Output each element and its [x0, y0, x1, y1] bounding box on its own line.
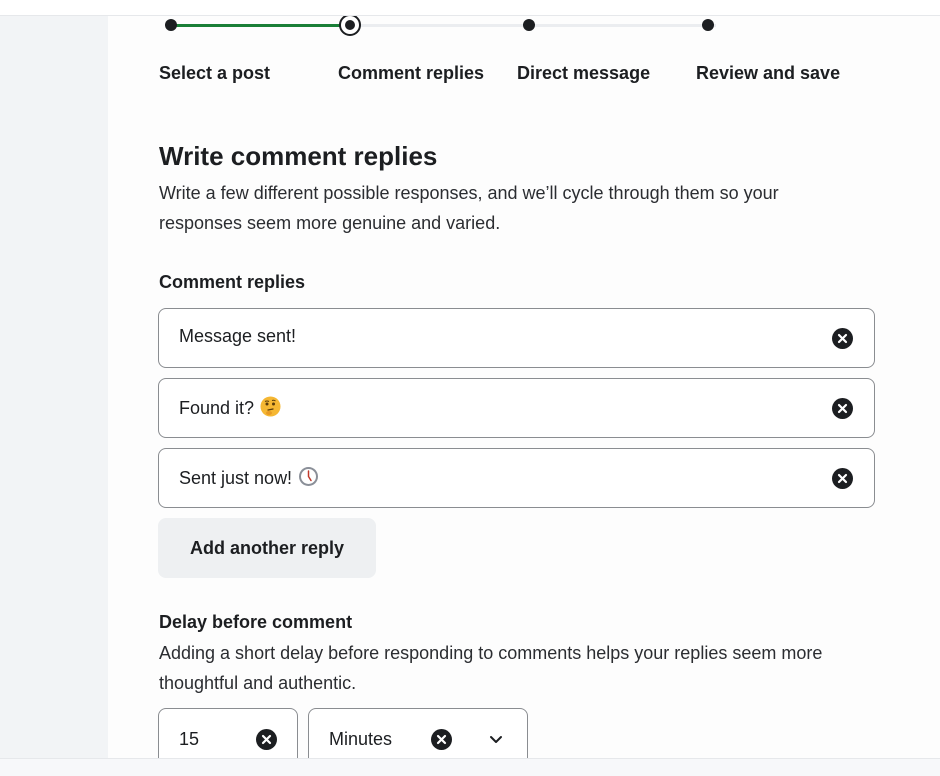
stepper-track-remaining: [360, 24, 716, 27]
step-dot-select-post[interactable]: [165, 19, 177, 31]
top-bar: [0, 0, 940, 16]
left-sidebar: [0, 16, 108, 758]
reply-input-2-text: Found it?: [179, 398, 255, 418]
clear-delay-amount-icon[interactable]: [256, 729, 277, 750]
delay-description-line-1: Adding a short delay before responding t…: [159, 643, 823, 663]
clear-reply-1-icon[interactable]: [832, 328, 853, 349]
reply-input-3-content[interactable]: Sent just now!: [179, 466, 319, 492]
reply-input-1[interactable]: Message sent!: [158, 308, 875, 368]
clear-reply-2-icon[interactable]: [832, 398, 853, 419]
bottom-bar: [0, 758, 940, 776]
step-label-comment-replies[interactable]: Comment replies: [338, 63, 484, 84]
clear-reply-3-icon[interactable]: [832, 468, 853, 489]
step-label-select-post[interactable]: Select a post: [159, 63, 270, 84]
delay-unit-value[interactable]: Minutes: [329, 729, 392, 750]
clear-delay-unit-icon[interactable]: [431, 729, 452, 750]
step-dot-review-save[interactable]: [702, 19, 714, 31]
section-description-line-2: responses seem more genuine and varied.: [159, 213, 501, 233]
add-another-reply-button[interactable]: Add another reply: [158, 518, 376, 578]
delay-unit-select[interactable]: Minutes: [308, 708, 528, 758]
reply-input-2-content[interactable]: Found it?: [179, 396, 281, 422]
thinking-face-emoji: [260, 396, 281, 422]
step-label-review-save[interactable]: Review and save: [696, 63, 840, 84]
clock-emoji: [298, 466, 319, 492]
step-dot-direct-message[interactable]: [523, 19, 535, 31]
section-title: Write comment replies: [159, 141, 438, 171]
section-description-line-1: Write a few different possible responses…: [159, 183, 779, 203]
delay-before-comment-label: Delay before comment: [159, 612, 353, 632]
chevron-down-icon[interactable]: [488, 733, 504, 751]
main-content: Select a post Comment replies Direct mes…: [108, 16, 940, 758]
reply-input-3-text: Sent just now!: [179, 468, 293, 488]
reply-input-1-text[interactable]: Message sent!: [179, 326, 296, 347]
step-label-direct-message[interactable]: Direct message: [517, 63, 650, 84]
progress-stepper: Select a post Comment replies Direct mes…: [108, 16, 940, 96]
step-dot-comment-replies[interactable]: [339, 16, 361, 36]
comment-replies-label: Comment replies: [159, 272, 306, 292]
reply-input-2[interactable]: Found it?: [158, 378, 875, 438]
stepper-track-completed: [176, 24, 350, 27]
delay-description-line-2: thoughtful and authentic.: [159, 673, 357, 693]
reply-input-3[interactable]: Sent just now!: [158, 448, 875, 508]
delay-amount-input[interactable]: 15: [158, 708, 298, 758]
delay-amount-value[interactable]: 15: [179, 729, 199, 750]
